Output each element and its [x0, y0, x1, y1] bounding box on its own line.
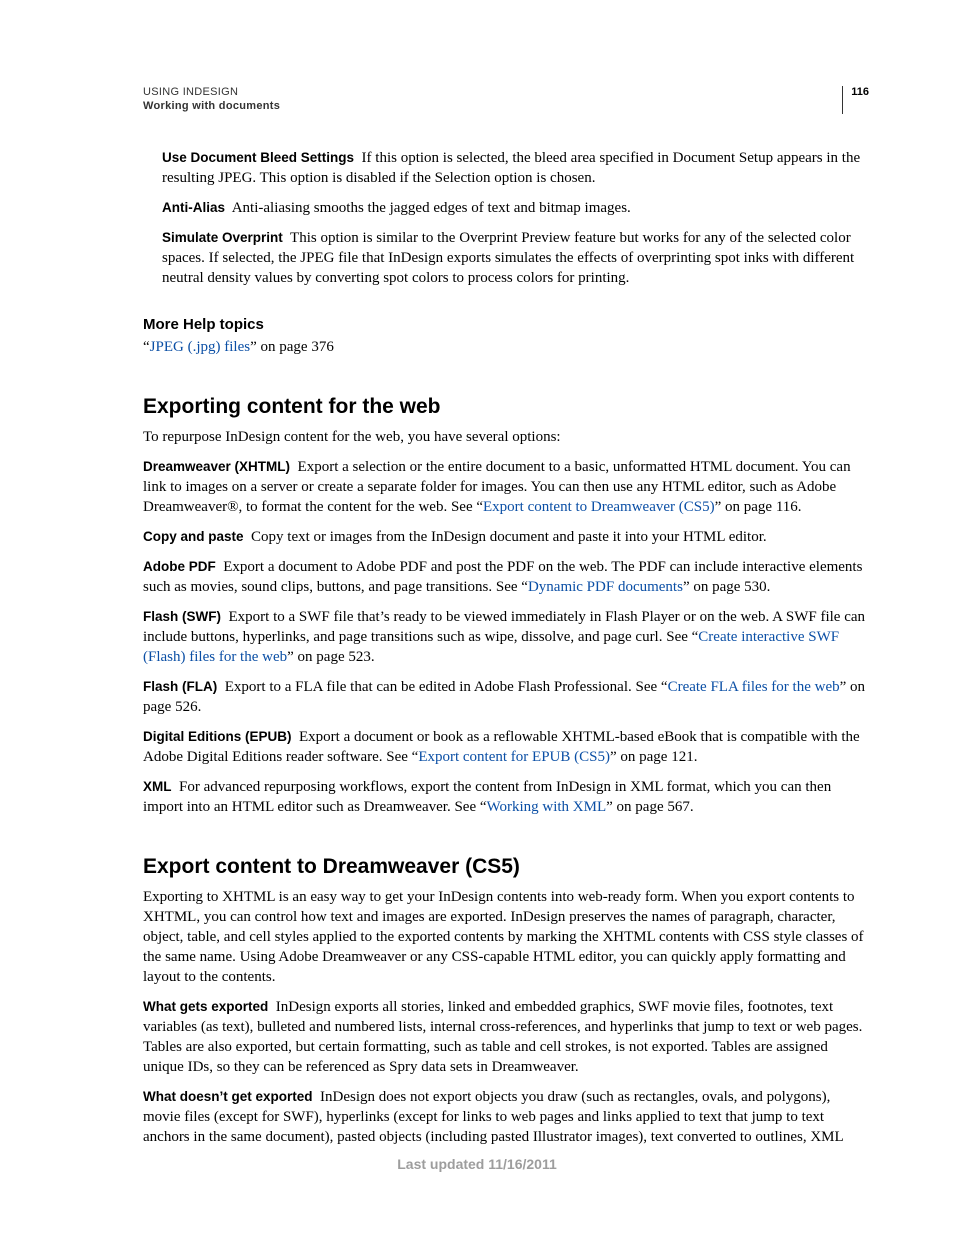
term-label: Flash (SWF) [143, 609, 221, 624]
link-epub[interactable]: Export content for EPUB (CS5) [418, 749, 610, 765]
term-label: Adobe PDF [143, 559, 216, 574]
link-export-dreamweaver[interactable]: Export content to Dreamweaver (CS5) [483, 499, 715, 515]
item-xml: XML For advanced repurposing workflows, … [143, 777, 869, 817]
link-jpeg-files[interactable]: JPEG (.jpg) files [150, 339, 250, 355]
section-title: Working with documents [143, 100, 869, 112]
term-label: What gets exported [143, 999, 268, 1014]
term-label: Flash (FLA) [143, 679, 217, 694]
what-gets-exported: What gets exported InDesign exports all … [143, 997, 869, 1077]
item-fla: Flash (FLA) Export to a FLA file that ca… [143, 677, 869, 717]
term-label: Copy and paste [143, 529, 244, 544]
item-dreamweaver: Dreamweaver (XHTML) Export a selection o… [143, 457, 869, 517]
link-fla-files[interactable]: Create FLA files for the web [668, 679, 840, 695]
intro-export-web: To repurpose InDesign content for the we… [143, 427, 869, 447]
option-overprint: Simulate Overprint This option is simila… [162, 228, 869, 288]
last-updated-footer: Last updated 11/16/2011 [0, 1156, 954, 1172]
item-copypaste: Copy and paste Copy text or images from … [143, 527, 869, 547]
running-header: USING INDESIGN Working with documents [143, 86, 869, 112]
link-working-xml[interactable]: Working with XML [487, 799, 607, 815]
term-label: Simulate Overprint [162, 230, 283, 245]
what-doesnt-get-exported: What doesn’t get exported InDesign does … [143, 1087, 869, 1147]
heading-export-web: Exporting content for the web [143, 395, 869, 419]
term-label: Digital Editions (EPUB) [143, 729, 292, 744]
option-antialias: Anti-Alias Anti-aliasing smooths the jag… [162, 198, 869, 218]
item-epub: Digital Editions (EPUB) Export a documen… [143, 727, 869, 767]
term-label: Dreamweaver (XHTML) [143, 459, 290, 474]
term-label: What doesn’t get exported [143, 1089, 313, 1104]
link-dynamic-pdf[interactable]: Dynamic PDF documents [528, 579, 683, 595]
item-pdf: Adobe PDF Export a document to Adobe PDF… [143, 557, 869, 597]
term-label: Anti-Alias [162, 200, 225, 215]
option-bleed: Use Document Bleed Settings If this opti… [162, 148, 869, 188]
page-number: 116 [842, 86, 869, 114]
item-swf: Flash (SWF) Export to a SWF file that’s … [143, 607, 869, 667]
intro-export-dreamweaver: Exporting to XHTML is an easy way to get… [143, 887, 869, 987]
term-label: XML [143, 779, 172, 794]
term-label: Use Document Bleed Settings [162, 150, 354, 165]
doc-title: USING INDESIGN [143, 86, 869, 98]
heading-export-dreamweaver: Export content to Dreamweaver (CS5) [143, 855, 869, 879]
more-help-heading: More Help topics [143, 316, 869, 333]
more-help-link-line: “JPEG (.jpg) files” on page 376 [143, 337, 869, 357]
